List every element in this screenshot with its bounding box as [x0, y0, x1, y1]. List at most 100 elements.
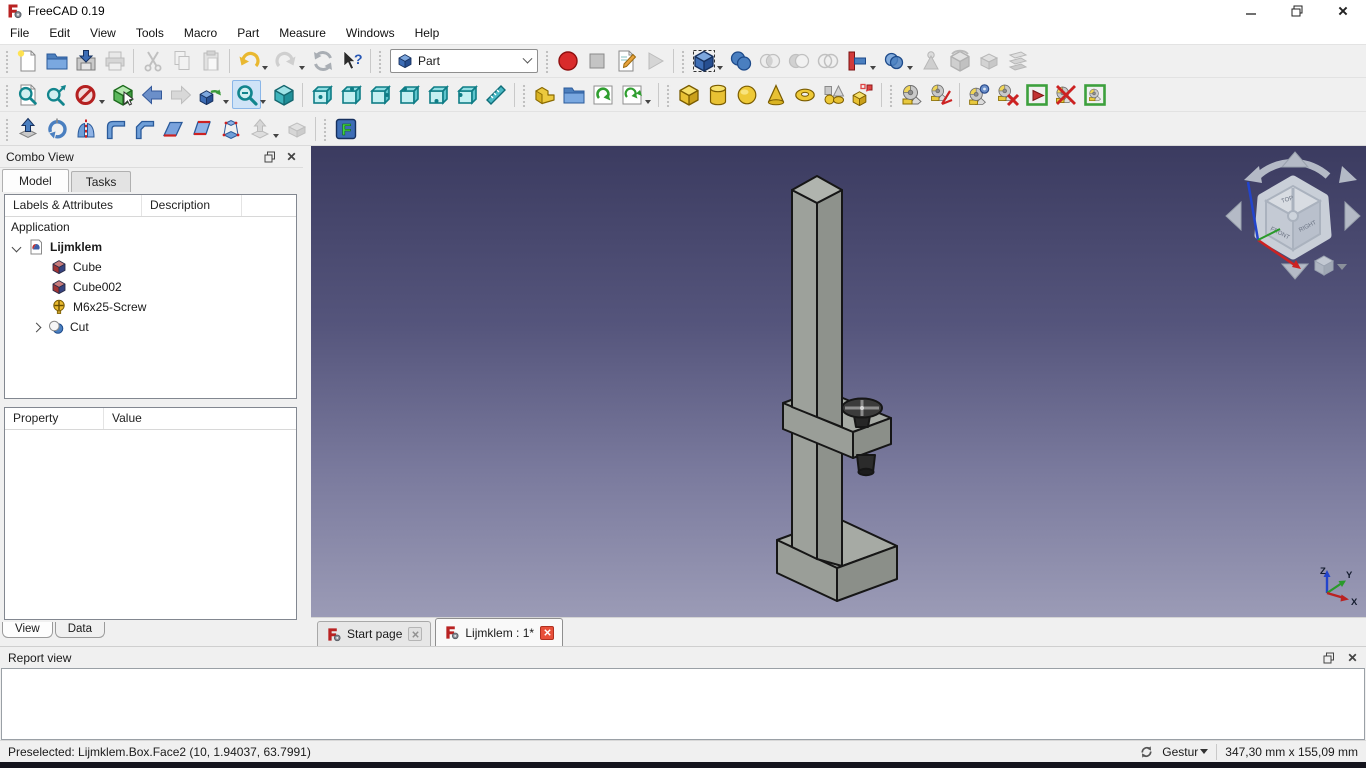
part-cross-sections-button[interactable]: [1003, 47, 1032, 76]
link-tools-button[interactable]: [617, 80, 646, 109]
view-isometric-button[interactable]: [269, 80, 298, 109]
part-mirror-3d-button[interactable]: [945, 47, 974, 76]
macro-record-button[interactable]: [553, 47, 582, 76]
report-view-content[interactable]: [1, 668, 1365, 740]
minimize-button[interactable]: [1228, 0, 1274, 22]
zoom-tools-dropdown[interactable]: [260, 99, 266, 104]
measure-distance-button[interactable]: [481, 80, 510, 109]
refresh-button[interactable]: [308, 47, 337, 76]
toolbar-grip[interactable]: [888, 82, 894, 107]
copy-button[interactable]: [167, 47, 196, 76]
workbench-selector[interactable]: Part: [390, 49, 538, 73]
close-tab-button[interactable]: [408, 627, 423, 641]
float-panel-icon[interactable]: [264, 151, 276, 163]
expand-caret-icon[interactable]: [11, 242, 22, 252]
tree-item-document[interactable]: Lijmklem: [5, 237, 296, 257]
view-bottom-button[interactable]: [423, 80, 452, 109]
part-defeaturing-button[interactable]: [916, 47, 945, 76]
toolbar-grip[interactable]: [322, 116, 328, 141]
part-split-button[interactable]: [879, 47, 908, 76]
part-compound-button[interactable]: [689, 47, 718, 76]
restore-button[interactable]: [1274, 0, 1320, 22]
part-sweep-button[interactable]: [245, 114, 274, 143]
part-section-button[interactable]: [282, 114, 311, 143]
primitive-cone-button[interactable]: [761, 80, 790, 109]
part-revolve-button[interactable]: [42, 114, 71, 143]
make-link-button[interactable]: [588, 80, 617, 109]
part-thickness-button[interactable]: [974, 47, 1003, 76]
part-ruled-surface-button[interactable]: [187, 114, 216, 143]
new-document-button[interactable]: [13, 47, 42, 76]
mini-cube-menu[interactable]: [1313, 255, 1347, 276]
measure-angular-button[interactable]: [926, 80, 955, 109]
part-fillet-button[interactable]: [100, 114, 129, 143]
view-rear-button[interactable]: [394, 80, 423, 109]
tree-item-cube002[interactable]: Cube002: [5, 277, 296, 297]
view-front-button[interactable]: [307, 80, 336, 109]
close-panel-icon[interactable]: [286, 151, 297, 162]
part-boolean-xor-button[interactable]: [813, 47, 842, 76]
part-join-dropdown[interactable]: [870, 66, 876, 70]
undo-dropdown[interactable]: [262, 66, 268, 70]
collapse-caret-icon[interactable]: [31, 322, 42, 332]
shape-builder-button[interactable]: [848, 80, 877, 109]
toolbar-grip[interactable]: [680, 49, 686, 73]
fit-all-button[interactable]: [13, 80, 42, 109]
print-button[interactable]: [100, 47, 129, 76]
close-button[interactable]: [1320, 0, 1366, 22]
create-group-button[interactable]: [559, 80, 588, 109]
draw-style-dropdown[interactable]: [99, 99, 105, 104]
part-boolean-intersection-button[interactable]: [755, 47, 784, 76]
close-panel-icon[interactable]: [1347, 652, 1358, 663]
tree-item-screw[interactable]: M6x25-Screw: [5, 297, 296, 317]
part-mirror-button[interactable]: [71, 114, 100, 143]
save-document-button[interactable]: [71, 47, 100, 76]
view-top-button[interactable]: [336, 80, 365, 109]
part-make-face-button[interactable]: [158, 114, 187, 143]
paste-button[interactable]: [196, 47, 225, 76]
menu-windows[interactable]: Windows: [336, 23, 405, 43]
menu-help[interactable]: Help: [405, 23, 450, 43]
primitive-cylinder-button[interactable]: [703, 80, 732, 109]
part-extrude-button[interactable]: [13, 114, 42, 143]
tab-model[interactable]: Model: [2, 169, 69, 192]
toolbar-grip[interactable]: [665, 82, 671, 107]
whats-this-button[interactable]: ?: [337, 47, 366, 76]
cut-button[interactable]: [138, 47, 167, 76]
toolbar-grip[interactable]: [4, 116, 10, 141]
fit-selection-button[interactable]: [42, 80, 71, 109]
menu-view[interactable]: View: [80, 23, 126, 43]
draw-style-button[interactable]: [71, 80, 100, 109]
nav-forward-button[interactable]: [166, 80, 195, 109]
menu-part[interactable]: Part: [227, 23, 269, 43]
3d-viewport[interactable]: TOP FRONT RIGHT Z Y X: [311, 146, 1366, 617]
toggle-delta-measurement-button[interactable]: [1080, 80, 1109, 109]
navigation-cube[interactable]: TOP FRONT RIGHT: [1225, 151, 1361, 280]
link-tools-dropdown[interactable]: [645, 99, 651, 104]
undo-button[interactable]: [234, 47, 263, 76]
link-navigate-button[interactable]: [195, 80, 224, 109]
toolbar-grip[interactable]: [544, 49, 550, 73]
part-chamfer-button[interactable]: [129, 114, 158, 143]
create-part-button[interactable]: [530, 80, 559, 109]
tab-data-properties[interactable]: Data: [54, 622, 106, 638]
zoom-tools-button[interactable]: [232, 80, 261, 109]
redo-button[interactable]: [271, 47, 300, 76]
menu-file[interactable]: File: [0, 23, 39, 43]
tab-lijmklem-document[interactable]: Lijmklem : 1*: [435, 618, 564, 646]
view-left-button[interactable]: [452, 80, 481, 109]
tab-tasks[interactable]: Tasks: [70, 171, 132, 192]
menu-macro[interactable]: Macro: [174, 23, 227, 43]
toolbar-grip[interactable]: [4, 82, 10, 107]
open-document-button[interactable]: [42, 47, 71, 76]
part-split-dropdown[interactable]: [907, 66, 913, 70]
part-boolean-union-button[interactable]: [726, 47, 755, 76]
tab-start-page[interactable]: Start page: [317, 621, 432, 646]
part-compound-dropdown[interactable]: [717, 66, 723, 70]
tree-item-cut[interactable]: Cut: [5, 317, 296, 337]
nav-back-button[interactable]: [137, 80, 166, 109]
part-loft-button[interactable]: [216, 114, 245, 143]
toolbar-grip[interactable]: [4, 49, 10, 73]
toggle-all-measurements-button[interactable]: [1022, 80, 1051, 109]
link-navigate-dropdown[interactable]: [223, 99, 229, 104]
